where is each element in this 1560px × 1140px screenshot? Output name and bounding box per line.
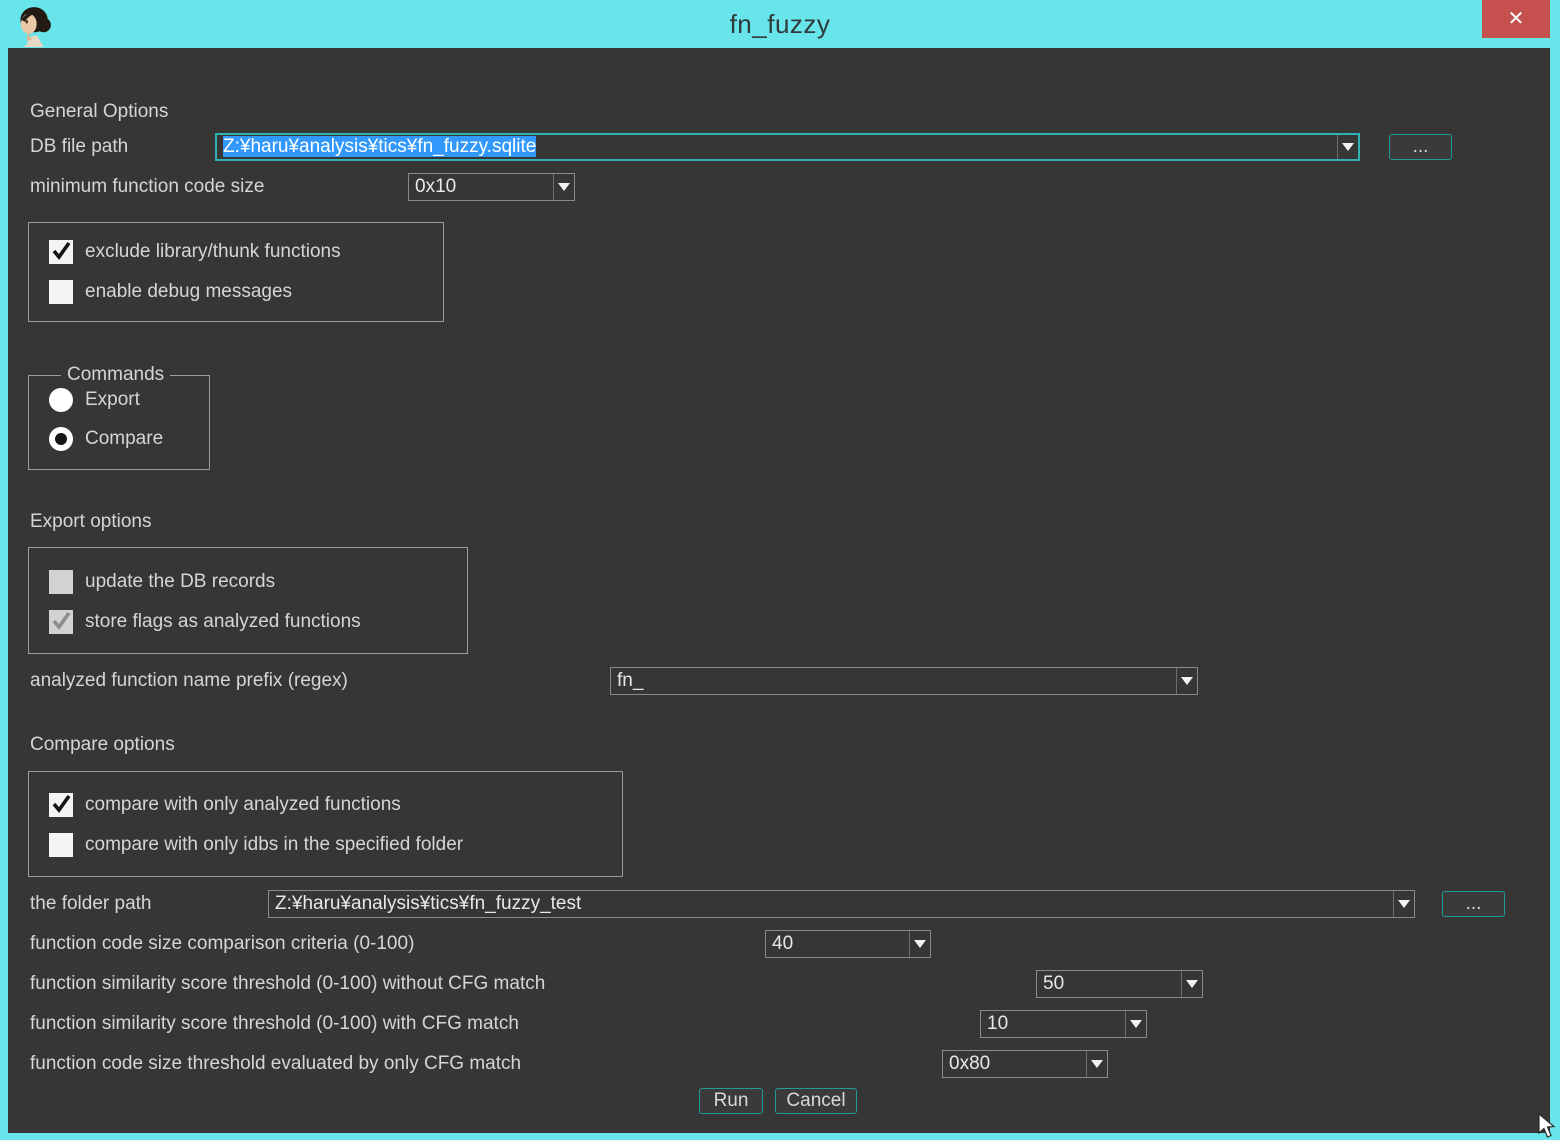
close-icon: ✕ (1508, 9, 1525, 29)
checkbox-enable-debug[interactable] (49, 280, 73, 304)
chevron-down-icon (1186, 980, 1198, 988)
criteria-label: function code size comparison criteria (… (30, 930, 414, 958)
db-file-path-value: Z:¥haru¥analysis¥tics¥fn_fuzzy.sqlite (223, 135, 1332, 158)
checkbox-enable-debug-label: enable debug messages (85, 280, 292, 304)
criteria-dropdown-button[interactable] (909, 931, 930, 957)
size-threshold-value: 0x80 (949, 1051, 1081, 1076)
prefix-dropdown-button[interactable] (1176, 668, 1197, 694)
size-threshold-label: function code size threshold evaluated b… (30, 1050, 521, 1078)
checkbox-only-analyzed-label: compare with only analyzed functions (85, 793, 401, 817)
folder-path-combobox[interactable]: Z:¥haru¥analysis¥tics¥fn_fuzzy_test (268, 890, 1415, 918)
compare-checkbox-group: compare with only analyzed functions com… (28, 771, 623, 877)
mouse-cursor (1536, 1112, 1560, 1140)
without-cfg-dropdown-button[interactable] (1181, 971, 1202, 997)
db-file-path-combobox[interactable]: Z:¥haru¥analysis¥tics¥fn_fuzzy.sqlite (215, 133, 1360, 161)
chevron-down-icon (1398, 900, 1410, 908)
chevron-down-icon (1342, 143, 1354, 151)
with-cfg-value: 10 (987, 1011, 1120, 1036)
export-checkbox-group: update the DB records store flags as ana… (28, 547, 468, 654)
prefix-label: analyzed function name prefix (regex) (30, 667, 348, 695)
folder-path-browse-button[interactable]: ... (1442, 891, 1505, 917)
dialog-content: General Options DB file path Z:¥haru¥ana… (8, 48, 1550, 1133)
chevron-down-icon (1181, 677, 1193, 685)
selected-path-text: Z:¥haru¥analysis¥tics¥fn_fuzzy.sqlite (223, 136, 536, 157)
chevron-down-icon (1130, 1020, 1142, 1028)
commands-legend: Commands (61, 362, 170, 388)
check-icon (47, 790, 75, 818)
window-title: fn_fuzzy (0, 9, 1560, 40)
titlebar: fn_fuzzy ✕ (0, 0, 1560, 48)
heading-compare-options: Compare options (30, 731, 175, 759)
size-threshold-dropdown[interactable]: 0x80 (942, 1050, 1108, 1078)
chevron-down-icon (1091, 1060, 1103, 1068)
radio-selected-dot (55, 433, 67, 445)
checkbox-store-flags-label: store flags as analyzed functions (85, 610, 361, 634)
commands-groupbox: Commands Export Compare (28, 375, 210, 470)
heading-general-options: General Options (30, 98, 168, 126)
without-cfg-dropdown[interactable]: 50 (1036, 970, 1203, 998)
db-path-dropdown-button[interactable] (1337, 135, 1358, 159)
radio-compare[interactable] (49, 427, 73, 451)
size-threshold-dropdown-button[interactable] (1086, 1051, 1107, 1077)
general-checkbox-group: exclude library/thunk functions enable d… (28, 222, 444, 322)
checkbox-update-db-label: update the DB records (85, 570, 275, 594)
with-cfg-dropdown-button[interactable] (1125, 1011, 1146, 1037)
folder-path-value: Z:¥haru¥analysis¥tics¥fn_fuzzy_test (275, 891, 1388, 916)
min-code-size-label: minimum function code size (30, 173, 264, 201)
chevron-down-icon (558, 183, 570, 191)
min-code-size-value: 0x10 (415, 174, 548, 199)
checkbox-only-analyzed[interactable] (49, 793, 73, 817)
radio-compare-label: Compare (85, 427, 163, 451)
criteria-dropdown[interactable]: 40 (765, 930, 931, 958)
checkbox-exclude-library-label: exclude library/thunk functions (85, 240, 341, 264)
check-icon (47, 237, 75, 265)
with-cfg-dropdown[interactable]: 10 (980, 1010, 1147, 1038)
fn-fuzzy-dialog: fn_fuzzy ✕ General Options DB file path … (0, 0, 1560, 1140)
min-code-size-dropdown-button[interactable] (553, 174, 574, 200)
checkbox-store-flags[interactable] (49, 610, 73, 634)
heading-export-options: Export options (30, 508, 151, 536)
checkbox-exclude-library[interactable] (49, 240, 73, 264)
db-file-path-label: DB file path (30, 133, 128, 161)
radio-export[interactable] (49, 388, 73, 412)
min-code-size-dropdown[interactable]: 0x10 (408, 173, 575, 201)
prefix-value: fn_ (617, 668, 1171, 693)
checkbox-update-db[interactable] (49, 570, 73, 594)
criteria-value: 40 (772, 931, 904, 956)
folder-path-label: the folder path (30, 890, 151, 918)
prefix-combobox[interactable]: fn_ (610, 667, 1198, 695)
folder-path-dropdown-button[interactable] (1393, 891, 1414, 917)
radio-export-label: Export (85, 388, 140, 412)
chevron-down-icon (914, 940, 926, 948)
without-cfg-label: function similarity score threshold (0-1… (30, 970, 545, 998)
checkbox-only-idbs[interactable] (49, 833, 73, 857)
checkbox-only-idbs-label: compare with only idbs in the specified … (85, 833, 463, 857)
with-cfg-label: function similarity score threshold (0-1… (30, 1010, 519, 1038)
cancel-button[interactable]: Cancel (775, 1088, 857, 1114)
close-button[interactable]: ✕ (1482, 0, 1550, 38)
db-path-browse-button[interactable]: ... (1389, 134, 1452, 160)
check-icon (47, 607, 75, 635)
without-cfg-value: 50 (1043, 971, 1176, 996)
run-button[interactable]: Run (699, 1088, 763, 1114)
